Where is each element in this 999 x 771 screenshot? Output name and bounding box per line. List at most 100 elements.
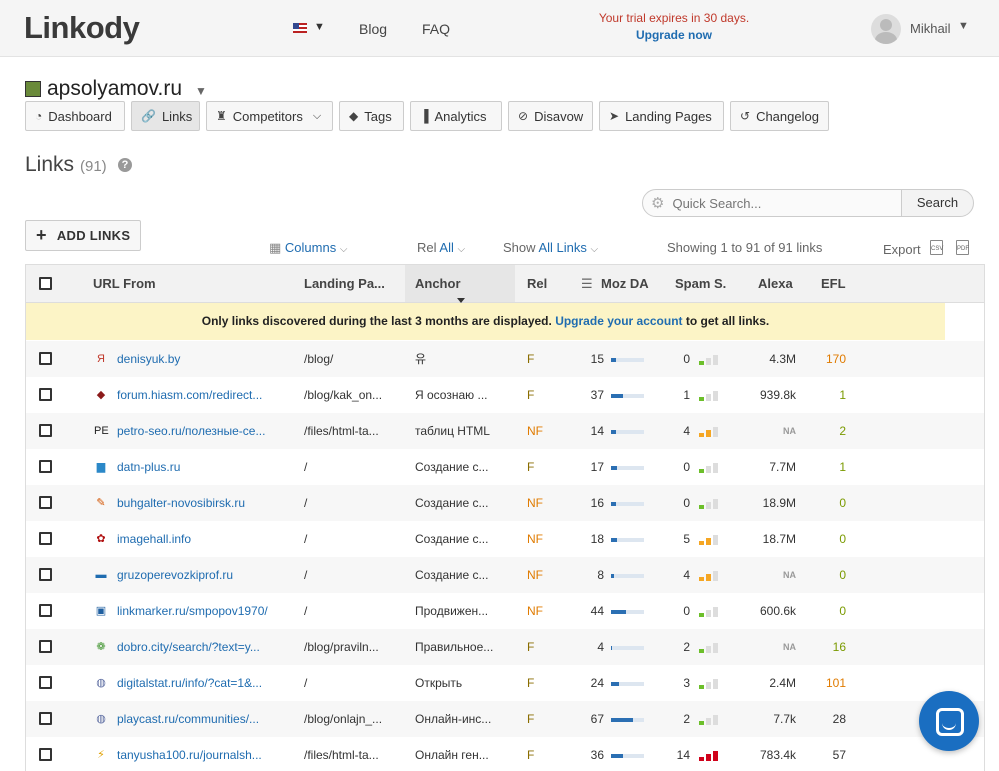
row-checkbox[interactable] <box>39 748 52 761</box>
table-row[interactable]: ✿ imagehall.info / Создание с... NF 18 5 18.7M 0 <box>26 521 984 557</box>
show-filter-dropdown[interactable]: Show All Links ⌵ <box>503 240 598 255</box>
moz-da-bar <box>611 610 644 614</box>
table-row[interactable]: ✎ buhgalter-novosibirsk.ru / Создание с... N… <box>26 485 984 521</box>
url-from-link[interactable]: tanyusha100.ru/journalsh... <box>117 737 287 771</box>
header-moz-da[interactable]: Moz DA <box>601 265 649 302</box>
alexa-rank: 18.7M <box>762 532 796 546</box>
url-from-link[interactable]: buhgalter-novosibirsk.ru <box>117 485 287 521</box>
landing-page-cell[interactable]: /blog/kak_on... <box>304 377 404 413</box>
url-from-link[interactable]: imagehall.info <box>117 521 287 557</box>
url-from-link[interactable]: dobro.city/search/?text=y... <box>117 629 287 665</box>
landing-page-cell[interactable]: / <box>304 521 404 557</box>
add-links-button[interactable]: + ADD LINKS <box>25 220 141 251</box>
row-checkbox[interactable] <box>39 568 52 581</box>
header-url-from[interactable]: URL From <box>93 265 156 302</box>
table-row[interactable]: ◆ forum.hiasm.com/redirect... /blog/kak_on… <box>26 377 984 413</box>
rel-filter-dropdown[interactable]: Rel All ⌵ <box>417 240 465 255</box>
row-checkbox[interactable] <box>39 676 52 689</box>
pdf-export-icon[interactable]: PDF <box>956 240 969 255</box>
site-favicon-icon: ◍ <box>96 713 106 725</box>
url-from-link[interactable]: forum.hiasm.com/redirect... <box>117 377 287 413</box>
url-from-link[interactable]: gruzoperevozkiprof.ru <box>117 557 287 593</box>
tab-links[interactable]: 🔗 Links <box>131 101 200 131</box>
chevron-down-icon[interactable]: ▼ <box>314 21 325 33</box>
row-checkbox[interactable] <box>39 388 52 401</box>
header-spam-score[interactable]: Spam S. <box>675 265 726 302</box>
site-name[interactable]: apsolyamov.ru <box>47 77 182 101</box>
tab-dashboard[interactable]: ◔ Dashboard <box>25 101 125 131</box>
url-from-link[interactable]: playcast.ru/communities/... <box>117 701 287 737</box>
row-checkbox[interactable] <box>39 532 52 545</box>
gear-icon[interactable]: ⚙ <box>651 194 664 212</box>
table-row[interactable]: ▣ linkmarker.ru/smpopov1970/ / Продвижен...… <box>26 593 984 629</box>
landing-page-cell[interactable]: / <box>304 485 404 521</box>
table-row[interactable]: ▬ gruzoperevozkiprof.ru / Создание с... NF 8 4… <box>26 557 984 593</box>
chevron-down-icon[interactable]: ▼ <box>195 84 207 98</box>
header-anchor[interactable]: Anchor <box>415 265 461 302</box>
tab-changelog[interactable]: ↺ Changelog <box>730 101 829 131</box>
row-checkbox[interactable] <box>39 460 52 473</box>
header-alexa[interactable]: Alexa <box>758 265 793 302</box>
csv-export-icon[interactable]: CSV <box>930 240 943 255</box>
header-landing-page[interactable]: Landing Pa... <box>304 265 385 302</box>
landing-page-cell[interactable]: /blog/onlajn_... <box>304 701 404 737</box>
tab-tags[interactable]: ◆ Tags <box>339 101 404 131</box>
help-icon[interactable]: ? <box>118 158 132 172</box>
spam-score-value: 2 <box>683 640 690 654</box>
spam-score-bars <box>699 677 727 689</box>
tab-analytics[interactable]: ▐ Analytics <box>410 101 502 131</box>
header-efl[interactable]: EFL <box>821 265 846 302</box>
columns-dropdown[interactable]: ▦ Columns ⌵ <box>269 240 347 256</box>
moz-da-value: 15 <box>590 352 604 366</box>
tab-disavow[interactable]: ⊘ Disavow <box>508 101 593 131</box>
row-checkbox[interactable] <box>39 712 52 725</box>
tab-landing-pages[interactable]: ➤ Landing Pages <box>599 101 724 131</box>
site-favicon-icon: ▆ <box>96 461 106 473</box>
url-from-link[interactable]: petro-seo.ru/полезные-се... <box>117 413 287 449</box>
table-row[interactable]: PE petro-seo.ru/полезные-се... /files/html… <box>26 413 984 449</box>
avatar[interactable] <box>871 14 901 44</box>
table-row[interactable]: ▆ datn-plus.ru / Создание с... F 17 0 7.7M 1 <box>26 449 984 485</box>
table-row[interactable]: ◍ playcast.ru/communities/... /blog/onlajn… <box>26 701 984 737</box>
url-from-link[interactable]: denisyuk.by <box>117 341 287 377</box>
landing-page-cell[interactable]: / <box>304 593 404 629</box>
landing-page-cell[interactable]: /files/html-ta... <box>304 737 404 771</box>
search-input[interactable] <box>672 195 873 211</box>
select-all-checkbox[interactable] <box>39 277 52 290</box>
landing-page-cell[interactable]: / <box>304 665 404 701</box>
row-checkbox[interactable] <box>39 604 52 617</box>
header-rel[interactable]: Rel <box>527 265 547 302</box>
chat-widget-icon[interactable] <box>919 691 979 751</box>
nav-blog-link[interactable]: Blog <box>359 21 387 37</box>
url-from-link[interactable]: digitalstat.ru/info/?cat=1&... <box>117 665 287 701</box>
landing-page-cell[interactable]: /files/html-ta... <box>304 413 404 449</box>
nav-faq-link[interactable]: FAQ <box>422 21 450 37</box>
chevron-down-icon[interactable]: ▼ <box>958 20 969 32</box>
efl-value: 170 <box>825 352 846 366</box>
row-checkbox[interactable] <box>39 640 52 653</box>
url-from-link[interactable]: datn-plus.ru <box>117 449 287 485</box>
landing-page-cell[interactable]: /blog/praviln... <box>304 629 404 665</box>
url-from-link[interactable]: linkmarker.ru/smpopov1970/ <box>117 593 287 629</box>
logo[interactable]: Linkody <box>24 10 140 46</box>
tab-label: Dashboard <box>48 108 112 124</box>
landing-page-cell[interactable]: / <box>304 449 404 485</box>
table-row[interactable]: ◍ digitalstat.ru/info/?cat=1&... / Открыть F… <box>26 665 984 701</box>
table-row[interactable]: ❁ dobro.city/search/?text=y... /blog/pravi… <box>26 629 984 665</box>
spam-score-bars <box>699 605 727 617</box>
tab-competitors[interactable]: ♜ Competitors ⌵ <box>206 101 333 131</box>
table-row[interactable]: Яdenisyuk.by/blog/유 F 15 0 4.3M 170 <box>26 341 984 377</box>
landing-page-cell[interactable]: /blog/ <box>304 341 404 377</box>
landing-page-cell[interactable]: / <box>304 557 404 593</box>
drag-handle-icon[interactable]: ☰ <box>581 265 593 302</box>
us-flag-icon[interactable] <box>293 23 307 33</box>
row-checkbox[interactable] <box>39 424 52 437</box>
upgrade-account-link[interactable]: Upgrade your account <box>555 314 682 328</box>
columns-label: Columns <box>284 240 337 255</box>
user-name[interactable]: Mikhail <box>910 21 950 36</box>
row-checkbox[interactable] <box>39 352 52 365</box>
table-row[interactable]: ⚡ tanyusha100.ru/journalsh... /files/html-… <box>26 737 984 771</box>
search-button[interactable]: Search <box>901 189 974 217</box>
upgrade-now-link[interactable]: Upgrade now <box>560 28 788 42</box>
row-checkbox[interactable] <box>39 496 52 509</box>
